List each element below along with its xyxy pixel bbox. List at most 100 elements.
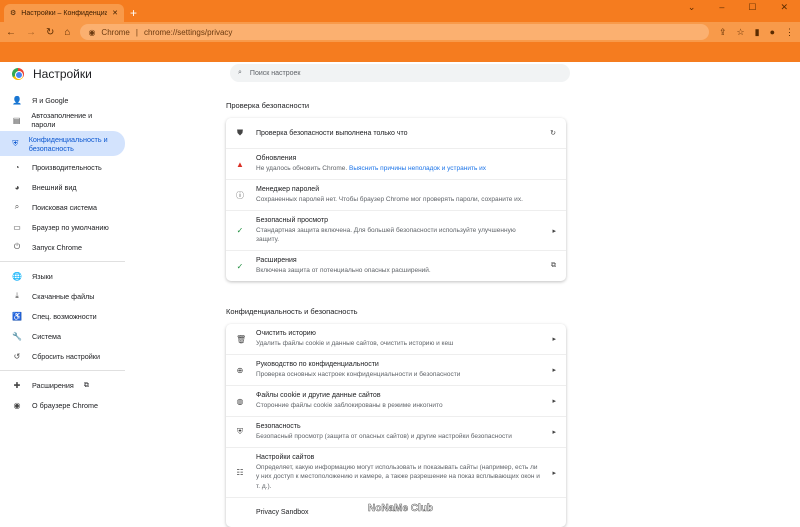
sidebar-item-label: Языки <box>32 271 53 281</box>
power-icon: ⏻ <box>13 242 21 251</box>
search-icon: ⌕ <box>14 202 20 211</box>
row-label: Расширения <box>256 257 297 265</box>
row-label: Обновления <box>256 155 297 162</box>
gauge-icon: ◔ <box>14 162 20 172</box>
troubleshoot-link[interactable]: Выяснить причины неполадок и устранить и… <box>349 165 486 172</box>
close-window-icon[interactable]: ✕ <box>780 2 788 13</box>
sidebar-divider <box>0 370 125 371</box>
search-icon: ⌕ <box>238 69 242 76</box>
row-action-icon[interactable]: ▸ <box>552 227 556 235</box>
info-icon: ⓘ <box>236 190 244 200</box>
row-description: Проверка основных настроек конфиденциаль… <box>256 371 461 379</box>
row-label: Безопасный просмотр <box>256 217 329 225</box>
browser-icon: ▭ <box>13 222 21 232</box>
sidebar-item[interactable]: ✚ Расширения ⧉ <box>0 375 125 395</box>
globe-icon: 🌐 <box>12 271 22 281</box>
row-label: Файлы cookie и другие данные сайтов <box>256 392 381 400</box>
sidebar-item[interactable]: ◕ Внешний вид <box>0 177 125 197</box>
sidebar-item[interactable]: ↺ Сбросить настройки <box>0 346 125 366</box>
back-icon[interactable]: ← <box>6 27 16 38</box>
sidebar-item[interactable]: ▤ Автозаполнение и пароли <box>0 110 125 130</box>
sidebar-item[interactable]: ♿ Спец. возможности <box>0 306 125 326</box>
settings-row[interactable]: ⓘ Менеджер паролей Сохраненных паролей нет… <box>226 179 566 210</box>
sidebar-item-label: Спец. возможности <box>32 311 97 321</box>
home-icon[interactable]: ⌂ <box>64 27 70 38</box>
settings-row[interactable]: ✓ Безопасный просмотр Стандартная защита в… <box>226 210 566 250</box>
watermark: NoNaMe Club <box>368 503 434 515</box>
page-title: Настройки <box>33 67 92 81</box>
chevron-right-icon[interactable]: ▸ <box>552 335 556 343</box>
settings-row[interactable]: ◍ Файлы cookie и другие данные сайтов Стор… <box>226 385 566 416</box>
sidepanel-icon[interactable]: ▮ <box>755 27 760 38</box>
sidebar-item[interactable]: ⌕ Поисковая система <box>0 197 125 217</box>
new-tab-button[interactable]: + <box>130 6 137 20</box>
settings-row[interactable]: 🗑 Очистить историю Удалить файлы cookie и … <box>226 324 566 354</box>
row-description: Удалить файлы cookie и данные сайтов, оч… <box>256 340 454 347</box>
search-placeholder: Поиск настроек <box>249 69 301 77</box>
share-icon[interactable]: ⇪ <box>719 27 727 38</box>
wrench-icon: 🔧 <box>12 331 22 341</box>
sidebar-item-label: Расширения <box>32 380 74 390</box>
chevron-right-icon[interactable]: ▸ <box>552 397 556 405</box>
privacy-card: 🗑 Очистить историю Удалить файлы cookie и … <box>226 324 566 527</box>
sidebar-item[interactable]: ⛨ Конфиденциальность и безопасность <box>0 131 125 156</box>
shield-icon: ⛨ <box>12 138 19 148</box>
accessibility-icon: ♿ <box>12 311 22 321</box>
sidebar-item[interactable]: ⤓ Скачанные файлы <box>0 286 125 306</box>
privacy-heading: Конфиденциальность и безопасность <box>226 307 358 316</box>
warning-icon: ▲ <box>236 159 244 169</box>
palette-icon: ◕ <box>14 182 20 192</box>
sidebar-item-label: Скачанные файлы <box>32 291 95 301</box>
sidebar-item[interactable]: ◔ Производительность <box>0 157 125 177</box>
sidebar-divider <box>0 261 125 262</box>
row-action-icon[interactable]: ↻ <box>550 129 556 137</box>
tab-title: Настройки – Конфиденциальность <box>21 9 108 17</box>
settings-row[interactable]: ▲ Обновления Не удалось обновить Chrome. В… <box>226 148 566 179</box>
star-icon[interactable]: ☆ <box>737 27 745 38</box>
row-label: Безопасность <box>256 423 301 431</box>
maximize-icon[interactable]: ☐ <box>748 2 756 13</box>
row-action-icon[interactable]: ⧉ <box>551 262 556 270</box>
row-description: Сохраненных паролей нет. Чтобы браузер C… <box>256 196 523 204</box>
sidebar-item-label: Запуск Chrome <box>32 242 83 252</box>
chevron-right-icon[interactable]: ▸ <box>552 428 556 436</box>
sidebar-item[interactable]: 🌐 Языки <box>0 266 125 286</box>
reload-icon[interactable]: ↻ <box>46 27 54 38</box>
chevron-right-icon[interactable]: ▸ <box>552 366 556 374</box>
security-shield-icon: ⛨ <box>237 427 243 437</box>
clipboard-icon: ▤ <box>12 115 21 125</box>
settings-row[interactable]: ⛊ Проверка безопасности выполнена только … <box>226 118 566 148</box>
settings-row[interactable]: ☷ Настройки сайтов Определяет, какую инфор… <box>226 447 566 496</box>
row-label: Руководство по конфиденциальности <box>256 361 379 369</box>
chrome-logo-icon <box>12 68 24 80</box>
sidebar-item-label: О браузере Chrome <box>32 400 98 410</box>
sidebar-item-label: Сбросить настройки <box>32 351 100 361</box>
settings-row[interactable]: ⛨ Безопасность Безопасный просмотр (защита… <box>226 416 566 447</box>
sidebar: 👤 Я и Google ▤ Автозаполнение и пароли ⛨ Конф… <box>0 90 125 415</box>
settings-row[interactable]: ⊕ Руководство по конфиденциальности Провер… <box>226 354 566 385</box>
tab-close-icon[interactable]: ✕ <box>112 9 118 17</box>
settings-row[interactable]: ✓ Расширения Включена защита от потенциаль… <box>226 250 566 281</box>
sidebar-item-label: Я и Google <box>32 95 69 105</box>
chevron-down-icon[interactable]: ⌄ <box>688 2 696 13</box>
minimize-icon[interactable]: – <box>719 2 724 13</box>
sidebar-item[interactable]: 🔧 Система <box>0 326 125 346</box>
sidebar-item[interactable]: 👤 Я и Google <box>0 90 125 110</box>
row-description: Включена защита от потенциально опасных … <box>256 267 431 275</box>
sidebar-item-label: Автозаполнение и пароли <box>31 111 93 129</box>
browser-tab[interactable]: ⚙ Настройки – Конфиденциальность ✕ <box>4 4 124 22</box>
search-input[interactable]: ⌕ Поиск настроек <box>230 64 570 82</box>
sidebar-item-label: Производительность <box>32 162 102 172</box>
sidebar-item[interactable]: ⏻ Запуск Chrome <box>0 237 125 257</box>
safety-check-heading: Проверка безопасности <box>226 101 310 110</box>
address-bar[interactable]: ◉ Chrome | chrome://settings/privacy <box>80 24 709 40</box>
sidebar-item[interactable]: ◉ О браузере Chrome <box>0 395 125 415</box>
row-description: Безопасный просмотр (защита от опасных с… <box>256 433 512 441</box>
row-description: Стандартная защита включена. Для большей… <box>256 227 516 244</box>
sidebar-item[interactable]: ▭ Браузер по умолчанию <box>0 217 125 237</box>
menu-icon[interactable]: ⋮ <box>785 27 794 38</box>
chevron-right-icon[interactable]: ▸ <box>552 469 556 477</box>
profile-icon[interactable]: ● <box>770 27 775 38</box>
sidebar-item-label: Конфиденциальность и безопасность <box>28 134 108 153</box>
forward-icon[interactable]: → <box>26 27 36 38</box>
